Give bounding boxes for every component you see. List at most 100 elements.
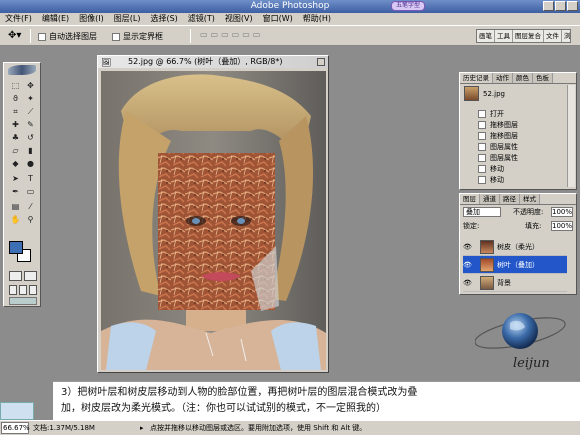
menu-bar: 文件(F) 编辑(E) 图像(I) 图层(L) 选择(S) 滤镜(T) 视图(V… [0, 13, 580, 25]
quick-mask-buttons [9, 271, 37, 281]
menu-image[interactable]: 图像(I) [74, 13, 109, 25]
dodge-tool-icon[interactable]: ● [24, 158, 37, 169]
brush-tool-icon[interactable]: ✎ [24, 119, 37, 130]
document-icon: 🖼 [101, 58, 112, 67]
menu-window[interactable]: 窗口(W) [258, 13, 298, 25]
auto-select-layer-checkbox[interactable]: 自动选择图层 [38, 31, 97, 42]
document-canvas[interactable] [101, 71, 326, 370]
palette-tab-files[interactable]: 文件 [544, 30, 562, 42]
history-item[interactable]: 打开 [478, 108, 568, 119]
history-item[interactable]: 移动 [478, 163, 568, 174]
blur-tool-icon[interactable]: ◆ [9, 158, 22, 169]
hand-tool-icon[interactable]: ✋ [9, 214, 22, 225]
document-close-button[interactable] [317, 58, 325, 66]
layer-controls: 叠加 不透明度: 100% 锁定: 填充: 100% [463, 207, 575, 235]
menu-select[interactable]: 选择(S) [145, 13, 182, 25]
tab-color[interactable]: 颜色 [513, 73, 533, 83]
healing-brush-tool-icon[interactable]: ✚ [9, 119, 22, 130]
tab-channels[interactable]: 通道 [480, 194, 500, 204]
blend-mode-select[interactable]: 叠加 [463, 207, 501, 217]
menu-file[interactable]: 文件(F) [0, 13, 37, 25]
lasso-tool-icon[interactable]: ϑ [9, 93, 22, 104]
jump-to-imageready-button[interactable] [9, 297, 37, 305]
history-item[interactable]: 图层属性 [478, 152, 568, 163]
opacity-input[interactable]: 100% [551, 207, 573, 217]
layer-row[interactable]: 👁 树皮（柔光） [463, 238, 567, 256]
screen-mode-standard-button[interactable] [9, 285, 17, 295]
slice-tool-icon[interactable]: ⟋ [24, 106, 37, 117]
menu-help[interactable]: 帮助(H) [298, 13, 336, 25]
history-state-icon [478, 131, 486, 140]
screen-mode-black-button[interactable] [29, 285, 37, 295]
zoom-level-input[interactable]: 66.67% [1, 422, 30, 434]
document-size-info[interactable]: 文档:1.37M/5.18M [33, 421, 95, 435]
history-item-label: 移动 [490, 175, 504, 184]
layer-row-selected[interactable]: 👁 树叶（叠加） [463, 256, 567, 274]
palette-tab-brushes[interactable]: 画笔 [477, 30, 495, 42]
layer-row[interactable]: 👁 背景 [463, 274, 567, 292]
type-tool-icon[interactable]: T [24, 173, 37, 184]
quick-mask-button[interactable] [24, 271, 37, 281]
history-list: 打开 拖移图层 拖移图层 图层属性 图层属性 移动 移动 [478, 108, 568, 185]
show-bounding-box-label: 显示定界框 [123, 32, 163, 41]
menu-edit[interactable]: 编辑(E) [37, 13, 74, 25]
history-state-icon [478, 153, 486, 162]
magic-wand-tool-icon[interactable]: ✦ [24, 93, 37, 104]
standard-mode-button[interactable] [9, 271, 22, 281]
history-item[interactable]: 移动 [478, 174, 568, 185]
history-item[interactable]: 图层属性 [478, 141, 568, 152]
tab-swatches[interactable]: 色板 [533, 73, 553, 83]
leijun-logo: leijun [474, 305, 570, 383]
tab-layers[interactable]: 图层 [460, 194, 480, 204]
close-button[interactable] [567, 1, 578, 11]
gradient-tool-icon[interactable]: ▮ [24, 145, 37, 156]
history-item[interactable]: 拖移图层 [478, 119, 568, 130]
menu-filter[interactable]: 滤镜(T) [183, 13, 220, 25]
corner-logo-icon [0, 402, 34, 420]
foreground-color-swatch[interactable] [9, 241, 23, 254]
layer-list: 👁 树皮（柔光） 👁 树叶（叠加） 👁 背景 [463, 238, 567, 292]
move-tool-icon[interactable]: ✥▾ [8, 30, 21, 41]
clone-stamp-tool-icon[interactable]: ♣ [9, 132, 22, 143]
palette-tab-tools[interactable]: 工具 [495, 30, 513, 42]
canvas-image [101, 71, 326, 370]
menu-layer[interactable]: 图层(L) [109, 13, 146, 25]
notes-tool-icon[interactable]: ▤ [9, 201, 22, 212]
fill-label: 填充: [525, 222, 542, 230]
tab-styles[interactable]: 样式 [520, 194, 540, 204]
visibility-eye-icon[interactable]: 👁 [463, 243, 472, 251]
menu-view[interactable]: 视图(V) [220, 13, 258, 25]
screen-mode-full-button[interactable] [19, 285, 27, 295]
document-title-bar[interactable]: 🖼 52.jpg @ 66.7% (树叶（叠加）, RGB/8*) [98, 56, 328, 68]
palette-tab-browse[interactable]: 浏 [562, 30, 570, 42]
auto-select-layer-label: 自动选择图层 [49, 32, 97, 41]
eraser-tool-icon[interactable]: ▱ [9, 145, 22, 156]
crop-tool-icon[interactable]: ⌗ [9, 106, 22, 117]
show-bounding-box-checkbox[interactable]: 显示定界框 [112, 31, 163, 42]
eyedropper-tool-icon[interactable]: ⁄ [24, 201, 37, 212]
tab-actions[interactable]: 动作 [493, 73, 513, 83]
tab-history[interactable]: 历史记录 [460, 73, 493, 83]
move-tool-icon[interactable]: ✥ [24, 80, 37, 91]
visibility-eye-icon[interactable]: 👁 [463, 261, 472, 269]
history-item[interactable]: 拖移图层 [478, 130, 568, 141]
zoom-tool-icon[interactable]: ⚲ [24, 214, 37, 225]
minimize-button[interactable] [543, 1, 554, 11]
globe-logo-icon: leijun [474, 313, 566, 371]
fill-input[interactable]: 100% [551, 221, 573, 231]
history-brush-tool-icon[interactable]: ↺ [24, 132, 37, 143]
maximize-button[interactable] [555, 1, 566, 11]
history-scrollbar[interactable] [567, 85, 575, 187]
app-title: Adobe Photoshop [250, 1, 330, 11]
history-snapshot[interactable]: 52.jpg [464, 86, 505, 101]
marquee-tool-icon[interactable]: ⬚ [9, 80, 22, 91]
status-menu-arrow-icon[interactable]: ▸ [140, 421, 144, 435]
tab-paths[interactable]: 路径 [500, 194, 520, 204]
path-selection-tool-icon[interactable]: ➤ [9, 173, 22, 184]
visibility-eye-icon[interactable]: 👁 [463, 279, 472, 287]
shape-tool-icon[interactable]: ▭ [24, 186, 37, 197]
pen-tool-icon[interactable]: ✒ [9, 186, 22, 197]
palette-tab-layer-comps[interactable]: 图层复合 [513, 30, 544, 42]
align-buttons-icon[interactable]: ▭▭▭▭▭▭ [200, 30, 263, 39]
opacity-label: 不透明度: [513, 208, 544, 216]
